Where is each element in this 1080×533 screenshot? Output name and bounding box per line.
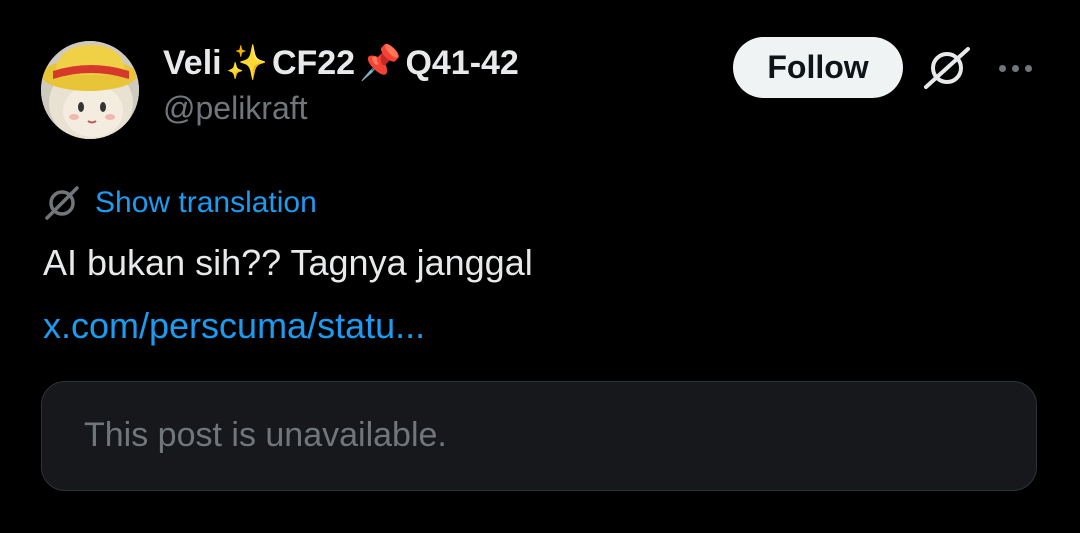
post-link[interactable]: x.com/perscuma/statu... [43, 302, 425, 350]
pushpin-emoji: 📌 [359, 44, 402, 82]
display-name[interactable]: Veli ✨ CF22 📌 Q41-42 [163, 40, 519, 86]
more-dots-icon [998, 64, 1006, 72]
post-text: AI bukan sih?? Tagnya janggal [43, 242, 533, 283]
avatar-image [41, 41, 139, 139]
more-dots-icon [1011, 64, 1019, 72]
translation-row[interactable]: Show translation [43, 183, 317, 223]
grok-icon [924, 47, 970, 89]
display-name-text: Veli [163, 43, 222, 82]
quoted-post-unavailable-text: This post is unavailable. [84, 416, 447, 454]
user-handle[interactable]: @pelikraft [163, 90, 308, 127]
display-name-location: Q41-42 [405, 43, 519, 82]
show-translation-link[interactable]: Show translation [95, 186, 317, 220]
quoted-post-card: This post is unavailable. [41, 381, 1037, 491]
follow-button[interactable]: Follow [733, 37, 903, 98]
translate-icon [45, 186, 79, 220]
more-options-button[interactable] [990, 45, 1040, 91]
grok-button[interactable] [920, 45, 976, 91]
more-dots-icon [1024, 64, 1032, 72]
sparkles-emoji: ✨ [225, 44, 268, 82]
display-name-tag: CF22 [271, 43, 356, 82]
avatar[interactable] [41, 41, 139, 139]
